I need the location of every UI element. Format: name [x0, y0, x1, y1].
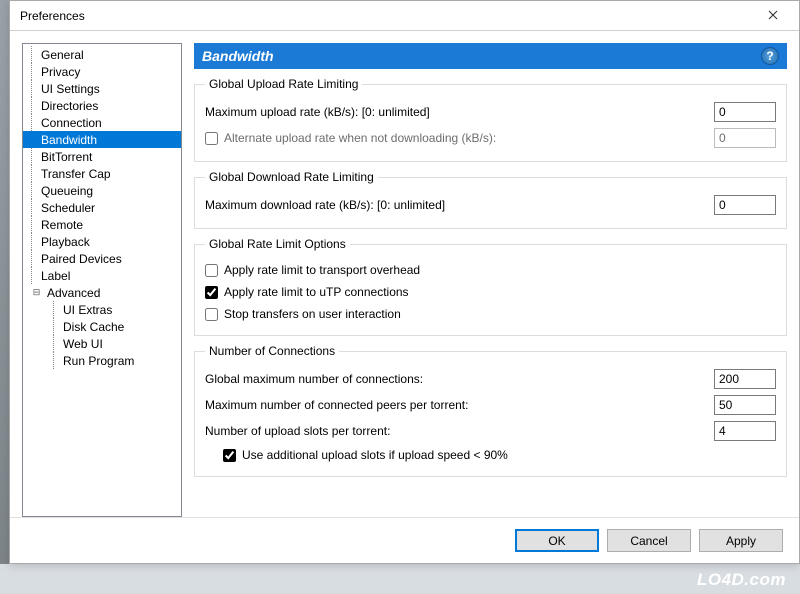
- collapse-icon[interactable]: ⊟: [31, 287, 42, 298]
- window-title: Preferences: [20, 9, 751, 23]
- group-upload-legend: Global Upload Rate Limiting: [205, 77, 362, 91]
- utp-label: Apply rate limit to uTP connections: [224, 285, 409, 299]
- cancel-button[interactable]: Cancel: [607, 529, 691, 552]
- sidebar-item-scheduler[interactable]: Scheduler: [23, 199, 181, 216]
- sidebar-item-run-program[interactable]: Run Program: [23, 352, 181, 369]
- sidebar-item-queueing[interactable]: Queueing: [23, 182, 181, 199]
- group-options-legend: Global Rate Limit Options: [205, 237, 350, 251]
- max-upload-label: Maximum upload rate (kB/s): [0: unlimite…: [205, 105, 714, 119]
- close-button[interactable]: [751, 2, 795, 30]
- group-connections: Number of Connections Global maximum num…: [194, 344, 787, 477]
- overhead-label: Apply rate limit to transport overhead: [224, 263, 420, 277]
- client-area: General Privacy UI Settings Directories …: [10, 31, 799, 563]
- sidebar-item-ui-extras[interactable]: UI Extras: [23, 301, 181, 318]
- max-download-input[interactable]: [714, 195, 776, 215]
- alt-upload-label: Alternate upload rate when not downloadi…: [224, 131, 496, 145]
- global-connections-input[interactable]: [714, 369, 776, 389]
- group-download-legend: Global Download Rate Limiting: [205, 170, 378, 184]
- group-options: Global Rate Limit Options Apply rate lim…: [194, 237, 787, 336]
- sidebar-item-bandwidth[interactable]: Bandwidth: [23, 131, 181, 148]
- alt-upload-input: [714, 128, 776, 148]
- sidebar-item-general[interactable]: General: [23, 46, 181, 63]
- apply-button[interactable]: Apply: [699, 529, 783, 552]
- sidebar-item-paired-devices[interactable]: Paired Devices: [23, 250, 181, 267]
- utp-checkbox[interactable]: [205, 286, 218, 299]
- upload-slots-label: Number of upload slots per torrent:: [205, 424, 714, 438]
- panel-title: Bandwidth: [202, 48, 274, 64]
- sidebar-item-playback[interactable]: Playback: [23, 233, 181, 250]
- group-download: Global Download Rate Limiting Maximum do…: [194, 170, 787, 229]
- stop-transfers-label: Stop transfers on user interaction: [224, 307, 401, 321]
- max-download-label: Maximum download rate (kB/s): [0: unlimi…: [205, 198, 714, 212]
- dialog-buttons: OK Cancel Apply: [10, 517, 799, 563]
- overhead-checkbox[interactable]: [205, 264, 218, 277]
- settings-panel: Bandwidth ? Global Upload Rate Limiting …: [194, 43, 787, 517]
- sidebar-item-remote[interactable]: Remote: [23, 216, 181, 233]
- alt-upload-checkbox[interactable]: [205, 132, 218, 145]
- peers-per-torrent-label: Maximum number of connected peers per to…: [205, 398, 714, 412]
- preferences-window: Preferences General Privacy UI Settings …: [9, 0, 800, 564]
- sidebar-item-disk-cache[interactable]: Disk Cache: [23, 318, 181, 335]
- sidebar-item-label[interactable]: Label: [23, 267, 181, 284]
- ok-button[interactable]: OK: [515, 529, 599, 552]
- stop-transfers-checkbox[interactable]: [205, 308, 218, 321]
- upload-slots-input[interactable]: [714, 421, 776, 441]
- sidebar-tree: General Privacy UI Settings Directories …: [22, 43, 182, 517]
- group-upload: Global Upload Rate Limiting Maximum uplo…: [194, 77, 787, 162]
- sidebar-item-web-ui[interactable]: Web UI: [23, 335, 181, 352]
- content-row: General Privacy UI Settings Directories …: [10, 31, 799, 517]
- close-icon: [768, 8, 778, 23]
- sidebar-item-bittorrent[interactable]: BitTorrent: [23, 148, 181, 165]
- panel-header: Bandwidth ?: [194, 43, 787, 69]
- sidebar-item-directories[interactable]: Directories: [23, 97, 181, 114]
- sidebar-item-advanced[interactable]: ⊟ Advanced: [23, 284, 181, 301]
- watermark: LO4D.com: [697, 570, 786, 590]
- group-connections-legend: Number of Connections: [205, 344, 339, 358]
- sidebar-item-ui-settings[interactable]: UI Settings: [23, 80, 181, 97]
- sidebar-item-connection[interactable]: Connection: [23, 114, 181, 131]
- help-icon[interactable]: ?: [761, 47, 779, 65]
- sidebar-item-transfer-cap[interactable]: Transfer Cap: [23, 165, 181, 182]
- title-bar: Preferences: [10, 1, 799, 31]
- max-upload-input[interactable]: [714, 102, 776, 122]
- peers-per-torrent-input[interactable]: [714, 395, 776, 415]
- additional-slots-checkbox[interactable]: [223, 449, 236, 462]
- additional-slots-label: Use additional upload slots if upload sp…: [242, 448, 508, 462]
- sidebar-item-privacy[interactable]: Privacy: [23, 63, 181, 80]
- global-connections-label: Global maximum number of connections:: [205, 372, 714, 386]
